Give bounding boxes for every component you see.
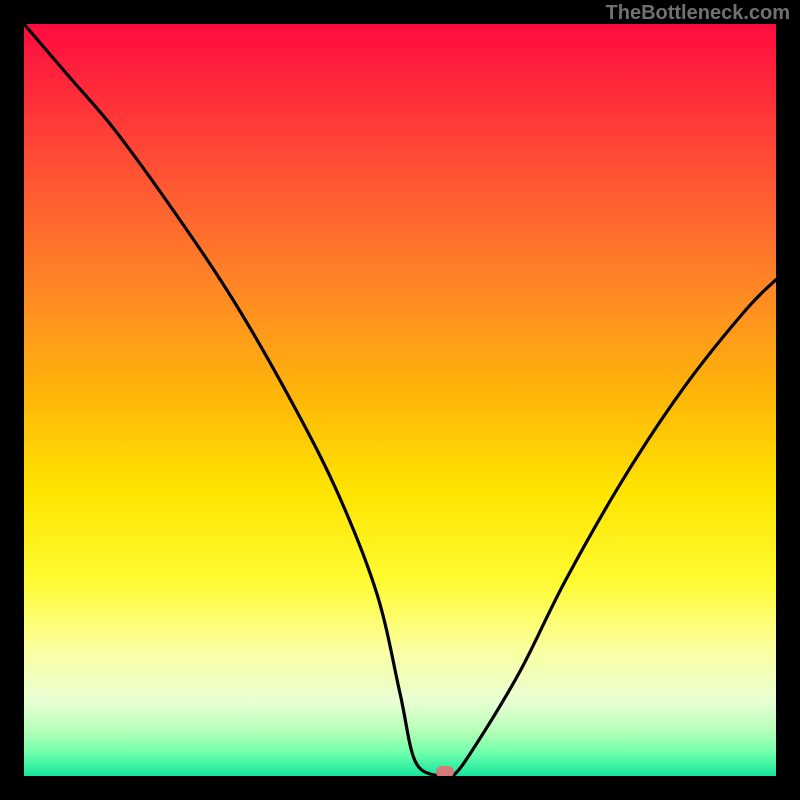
watermark-text: TheBottleneck.com [606, 2, 790, 25]
stage: TheBottleneck.com [0, 0, 800, 800]
plot-frame [24, 24, 776, 776]
curve-path [24, 24, 776, 776]
bottleneck-curve [24, 24, 776, 776]
optimal-point-marker [436, 766, 454, 776]
